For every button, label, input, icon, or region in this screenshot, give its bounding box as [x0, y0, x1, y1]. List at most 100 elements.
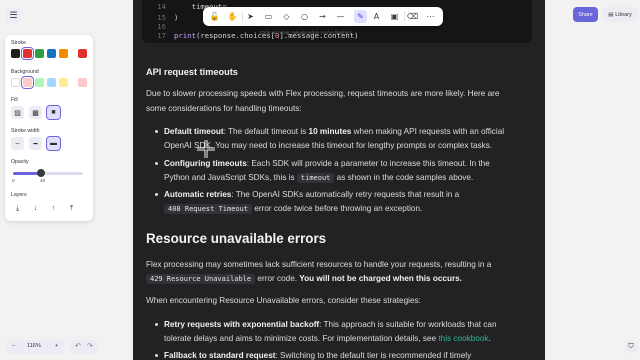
image-tool-icon: ▣	[390, 12, 399, 21]
stroke-color-swatch[interactable]	[21, 47, 34, 60]
line-number: 17	[157, 31, 166, 40]
text: tolerate delays and aims to minimize cos…	[164, 334, 439, 343]
zoom-out-button[interactable]: −	[12, 343, 15, 349]
background-color-swatch[interactable]	[11, 78, 20, 87]
bring-forward-button[interactable]: ↑	[47, 202, 60, 215]
redo-icon[interactable]: ↷	[87, 342, 93, 350]
zoom-level[interactable]: 116%	[27, 343, 41, 349]
text: Python and JavaScript SDKs, this is	[164, 173, 297, 182]
rectangle-tool-button[interactable]: ▭	[262, 10, 275, 23]
text-tool-icon: A	[373, 12, 380, 21]
arrow-tool-button[interactable]: →	[316, 10, 329, 23]
opacity-slider-thumb[interactable]	[37, 169, 45, 177]
text: : Switching to the default tier is recom…	[275, 351, 472, 360]
bold-term: Retry requests with exponential backoff	[164, 320, 320, 329]
opacity-value: 40	[40, 179, 46, 184]
diamond-tool-button[interactable]: ◇	[280, 10, 293, 23]
hamburger-icon: ☰	[9, 10, 18, 20]
text: : The default timeout is	[223, 127, 309, 136]
bullet-automatic-retries: Automatic retries: The OpenAI SDKs autom…	[164, 187, 459, 202]
bring-to-front-button[interactable]: ⤒	[65, 202, 78, 215]
bullet-line: OpenAI SDK. You may need to increase thi…	[164, 141, 493, 150]
text-tool-button[interactable]: A	[370, 10, 383, 23]
inline-code: 408 Request Timeout	[164, 204, 253, 214]
cookbook-link[interactable]: this cookbook	[438, 334, 488, 343]
text: .	[488, 334, 491, 343]
send-to-back-button[interactable]: ⤓	[11, 202, 24, 215]
bullet-dot	[155, 323, 158, 326]
line-tool-button[interactable]: —	[334, 10, 347, 23]
main-menu-button[interactable]: ☰	[6, 8, 21, 23]
bring-to-front-icon: ⤒	[69, 204, 74, 212]
current-background-color[interactable]	[78, 78, 87, 87]
background-color-swatch[interactable]	[21, 76, 34, 89]
send-to-back-icon: ⤓	[15, 204, 20, 212]
paragraph-line: Flex processing may sometimes lack suffi…	[146, 260, 492, 269]
bold-term: Default timeout	[164, 127, 224, 136]
background-label: Background	[11, 69, 39, 75]
background-color-swatch[interactable]	[35, 78, 44, 87]
bold-text: You will not be charged when this occurs…	[299, 274, 463, 283]
stroke-color-swatch[interactable]	[59, 49, 68, 58]
hand-tool-icon: ✋	[227, 12, 238, 21]
document-canvas[interactable]: 14 timeout= 15 15) 16 17print(response.c…	[133, 0, 545, 360]
ellipse-tool-button[interactable]: ○	[298, 10, 311, 23]
current-stroke-color[interactable]	[78, 49, 87, 58]
fill-label: Fill	[11, 97, 18, 103]
arrow-down-icon: ↓	[33, 205, 38, 212]
lock-tool-button[interactable]: 🔓	[208, 10, 221, 23]
eraser-tool-button[interactable]: ⌫	[406, 10, 419, 23]
stroke-color-swatch[interactable]	[11, 49, 20, 58]
section-heading-timeouts: API request timeouts	[146, 67, 238, 77]
opacity-slider[interactable]	[13, 169, 83, 177]
fill-crosshatch-button[interactable]: ▩	[29, 106, 42, 119]
send-backward-button[interactable]: ↓	[29, 202, 42, 215]
drawing-toolbar: 🔓 ✋ ➤ ▭ ◇ ○ → — ✎ A ▣ ⌫ ⋯	[203, 7, 443, 26]
selection-tool-button[interactable]: ➤	[244, 10, 257, 23]
opacity-min: 0	[12, 179, 15, 184]
stroke-label: Stroke	[11, 40, 26, 46]
bullet-dot	[155, 130, 158, 133]
bold-term: Configuring timeouts	[164, 159, 247, 168]
zoom-in-button[interactable]: +	[55, 343, 58, 349]
undo-icon[interactable]: ↶	[75, 342, 81, 350]
background-color-swatch[interactable]	[47, 78, 56, 87]
library-button[interactable]: ▤ Library	[603, 7, 637, 22]
stroke-color-swatch[interactable]	[35, 49, 44, 58]
paragraph-line: some considerations for handling timeout…	[146, 104, 302, 113]
bullet-fallback: Fallback to standard request: Switching …	[164, 348, 471, 360]
section-heading-resource: Resource unavailable errors	[146, 231, 327, 246]
bold-term: 10 minutes	[308, 127, 352, 136]
text: when making API requests with an officia…	[351, 127, 505, 136]
eraser-tool-icon: ⌫	[406, 12, 419, 21]
image-tool-button[interactable]: ▣	[388, 10, 401, 23]
text: error code twice before throwing an exce…	[252, 204, 423, 213]
bullet-dot	[155, 193, 158, 196]
stroke-width-label: Stroke width	[11, 128, 40, 134]
undo-redo-control: ↶ ↷	[70, 340, 98, 354]
stroke-width-bold-button[interactable]: ━	[29, 137, 42, 150]
arrow-up-icon: ↑	[51, 205, 56, 212]
rectangle-tool-icon: ▭	[264, 12, 273, 21]
bold-line-icon: ━	[33, 140, 38, 148]
lock-tool-icon: 🔓	[209, 12, 220, 21]
draw-tool-button[interactable]: ✎	[354, 10, 367, 23]
library-icon: ▤	[608, 11, 614, 18]
more-tools-button[interactable]: ⋯	[424, 10, 437, 23]
stroke-width-extra-bold-button[interactable]: ▬	[46, 136, 61, 151]
stroke-color-swatch[interactable]	[47, 49, 56, 58]
shield-icon: ⛉	[628, 343, 634, 350]
text: : The OpenAI SDKs automatically retry re…	[231, 190, 460, 199]
code-keyword: print	[174, 31, 196, 40]
line-number: 16	[157, 22, 166, 31]
background-color-swatch[interactable]	[59, 78, 68, 87]
share-button[interactable]: Share	[573, 7, 598, 22]
paragraph-line: 429 Resource Unavailable error code. You…	[146, 271, 462, 287]
fill-hachure-button[interactable]: ▨	[11, 106, 24, 119]
help-button[interactable]: ⛉	[625, 341, 637, 353]
stroke-width-thin-button[interactable]: –	[11, 137, 24, 150]
fill-solid-button[interactable]: ■	[46, 105, 61, 120]
hand-tool-button[interactable]: ✋	[226, 10, 239, 23]
toolbar-separator	[404, 11, 405, 22]
selection-tool-icon: ➤	[247, 12, 254, 21]
